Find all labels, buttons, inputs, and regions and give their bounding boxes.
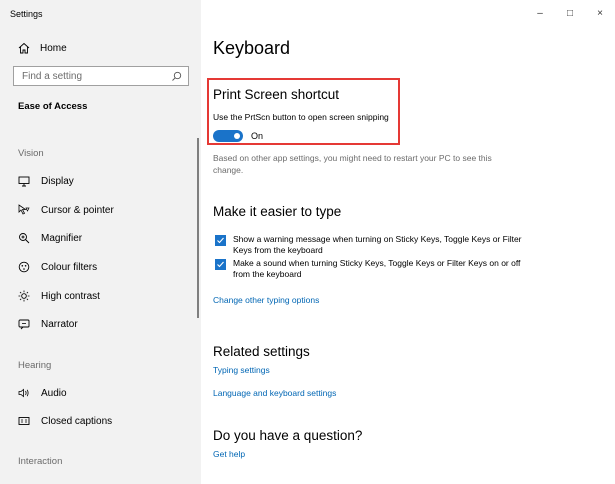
question-heading: Do you have a question? xyxy=(213,428,363,443)
sidebar: Settings Home Ease of Access Vision Disp… xyxy=(0,0,201,484)
sticky-sound-checkbox[interactable]: Make a sound when turning Sticky Keys, T… xyxy=(215,258,535,279)
page-title: Keyboard xyxy=(213,38,291,58)
typing-heading: Make it easier to type xyxy=(213,204,342,219)
home-icon xyxy=(18,42,30,54)
monitor-icon xyxy=(18,175,30,187)
magnifier-icon xyxy=(18,232,30,244)
narrator-label: Narrator xyxy=(41,318,78,330)
group-label-interaction: Interaction xyxy=(18,456,63,467)
audio-label: Audio xyxy=(41,387,67,399)
high-contrast-label: High contrast xyxy=(41,290,100,302)
print-screen-heading: Print Screen shortcut xyxy=(213,87,340,102)
colour-filters-icon xyxy=(18,261,30,273)
display-label: Display xyxy=(41,175,74,187)
search-icon[interactable] xyxy=(170,70,182,82)
main-content: – □ × Keyboard Print Screen shortcut Use… xyxy=(201,0,615,484)
change-typing-options-link[interactable]: Change other typing options xyxy=(213,295,319,305)
checkbox-checked-icon[interactable] xyxy=(215,259,226,270)
search-box[interactable] xyxy=(13,66,189,86)
narrator-icon xyxy=(18,318,30,330)
colour-filters-label: Colour filters xyxy=(41,261,98,273)
sun-icon xyxy=(18,290,30,302)
sidebar-item-audio[interactable]: Audio xyxy=(18,387,67,399)
minimize-button[interactable]: – xyxy=(525,4,555,24)
group-label-hearing: Hearing xyxy=(18,360,52,371)
sticky-sound-label: Make a sound when turning Sticky Keys, T… xyxy=(233,258,521,279)
home-label: Home xyxy=(40,42,67,54)
close-button[interactable]: × xyxy=(585,4,615,24)
sidebar-item-narrator[interactable]: Narrator xyxy=(18,318,78,330)
sidebar-item-magnifier[interactable]: Magnifier xyxy=(18,232,82,244)
closed-captions-icon xyxy=(18,415,30,427)
toggle-switch[interactable] xyxy=(213,130,243,142)
sidebar-item-colour-filters[interactable]: Colour filters xyxy=(18,261,97,273)
speaker-icon xyxy=(18,387,30,399)
closed-captions-label: Closed captions xyxy=(41,415,113,427)
sidebar-item-display[interactable]: Display xyxy=(18,175,74,187)
print-screen-toggle[interactable]: On xyxy=(213,130,263,142)
group-label-vision: Vision xyxy=(18,148,44,159)
search-input[interactable] xyxy=(22,70,162,82)
sticky-warning-label: Show a warning message when turning on S… xyxy=(233,234,522,255)
checkbox-checked-icon[interactable] xyxy=(215,235,226,246)
sidebar-item-home[interactable]: Home xyxy=(18,42,67,54)
sticky-warning-checkbox[interactable]: Show a warning message when turning on S… xyxy=(215,234,535,255)
typing-settings-link[interactable]: Typing settings xyxy=(213,365,270,375)
cursor-label: Cursor & pointer xyxy=(41,204,114,216)
get-help-link[interactable]: Get help xyxy=(213,449,245,459)
restart-note: Based on other app settings, you might n… xyxy=(213,153,492,175)
print-screen-description: Use the PrtScn button to open screen sni… xyxy=(213,112,389,122)
app-title: Settings xyxy=(10,9,43,19)
toggle-knob xyxy=(234,133,240,139)
sidebar-scrollbar[interactable] xyxy=(197,138,199,318)
maximize-button[interactable]: □ xyxy=(555,4,585,24)
language-keyboard-settings-link[interactable]: Language and keyboard settings xyxy=(213,388,336,398)
window-controls: – □ × xyxy=(525,4,615,24)
sidebar-item-closed-captions[interactable]: Closed captions xyxy=(18,415,112,427)
magnifier-label: Magnifier xyxy=(41,232,83,244)
toggle-state-label: On xyxy=(251,131,264,141)
current-section-title[interactable]: Ease of Access xyxy=(18,101,87,112)
cursor-icon xyxy=(18,204,30,216)
sidebar-item-cursor[interactable]: Cursor & pointer xyxy=(18,204,114,216)
sidebar-item-high-contrast[interactable]: High contrast xyxy=(18,290,100,302)
related-settings-heading: Related settings xyxy=(213,344,310,359)
